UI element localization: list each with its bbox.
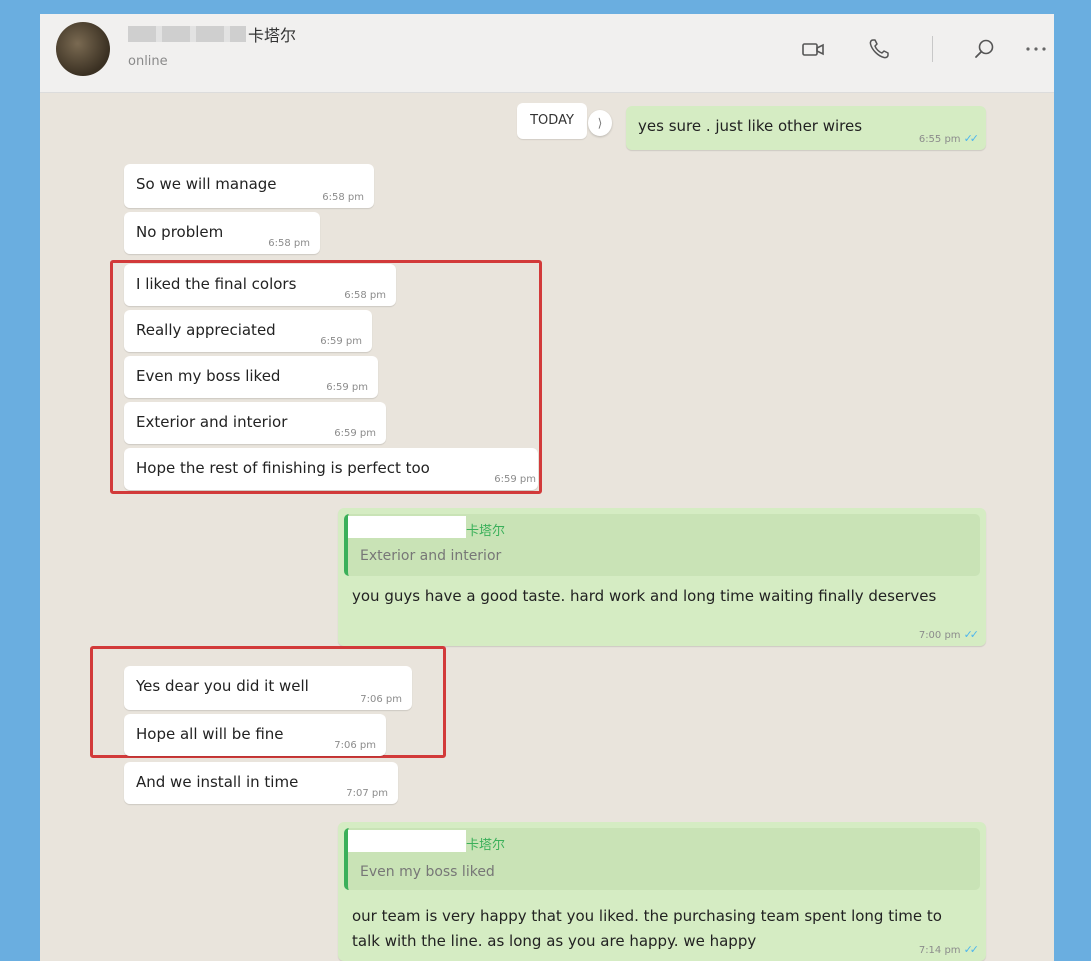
- date-divider: TODAY: [517, 103, 587, 139]
- message-time: 7:06 pm: [334, 740, 376, 751]
- message-time: 7:00 pm: [918, 630, 961, 641]
- message-time: 6:59 pm: [320, 336, 362, 347]
- quoted-message[interactable]: 卡塔尔 Exterior and interior: [344, 514, 980, 576]
- redacted-quote-sender: [348, 830, 466, 852]
- message-text: Really appreciated: [136, 321, 276, 339]
- read-ticks-icon: ✓✓: [963, 943, 980, 956]
- message-incoming[interactable]: No problem 6:58 pm: [124, 212, 320, 254]
- message-time: 6:59 pm: [326, 382, 368, 393]
- message-time: 6:59 pm: [494, 474, 536, 485]
- message-incoming[interactable]: Hope the rest of finishing is perfect to…: [124, 448, 538, 490]
- message-time: 6:58 pm: [344, 290, 386, 301]
- message-time: 6:58 pm: [322, 192, 364, 203]
- message-text: So we will manage: [136, 175, 277, 193]
- quote-text: Exterior and interior: [360, 548, 502, 564]
- message-incoming[interactable]: Yes dear you did it well 7:06 pm: [124, 666, 412, 710]
- message-incoming[interactable]: I liked the final colors 6:58 pm: [124, 264, 396, 306]
- message-incoming[interactable]: Even my boss liked 6:59 pm: [124, 356, 378, 398]
- quote-text: Even my boss liked: [360, 864, 495, 880]
- message-text: our team is very happy that you liked. t…: [352, 907, 942, 950]
- message-incoming[interactable]: Exterior and interior 6:59 pm: [124, 402, 386, 444]
- message-time: 7:14 pm: [918, 945, 961, 956]
- message-incoming[interactable]: And we install in time 7:07 pm: [124, 762, 398, 804]
- message-time: 6:55 pm: [918, 134, 961, 145]
- chat-header: 卡塔尔 online: [40, 14, 1054, 93]
- read-ticks-icon: ✓✓: [963, 628, 980, 641]
- message-time: 6:59 pm: [334, 428, 376, 439]
- message-text: yes sure . just like other wires: [638, 117, 863, 135]
- search-icon[interactable]: [972, 36, 998, 62]
- scroll-down-icon[interactable]: ⟩: [588, 110, 612, 136]
- message-text: And we install in time: [136, 773, 299, 791]
- chat-window: 卡塔尔 online TODAY ⟩ yes sure . just like …: [40, 14, 1054, 961]
- more-options-icon[interactable]: [1024, 36, 1050, 62]
- header-separator: [932, 36, 933, 62]
- quoted-message[interactable]: 卡塔尔 Even my boss liked: [344, 828, 980, 890]
- avatar[interactable]: [56, 22, 110, 76]
- contact-name[interactable]: 卡塔尔: [248, 22, 296, 46]
- message-text: Exterior and interior: [136, 413, 288, 431]
- message-outgoing-reply[interactable]: 卡塔尔 Exterior and interior you guys have …: [338, 508, 986, 646]
- redacted-quote-sender: [348, 516, 466, 538]
- message-time: 7:06 pm: [360, 694, 402, 705]
- message-text: Yes dear you did it well: [136, 677, 309, 695]
- message-text: Even my boss liked: [136, 367, 281, 385]
- message-incoming[interactable]: Hope all will be fine 7:06 pm: [124, 714, 386, 756]
- message-time: 6:58 pm: [268, 238, 310, 249]
- voice-call-icon[interactable]: [866, 36, 892, 62]
- quote-sender-name: 卡塔尔: [466, 838, 506, 853]
- message-time: 7:07 pm: [346, 788, 388, 799]
- message-outgoing[interactable]: yes sure . just like other wires 6:55 pm…: [626, 106, 986, 150]
- message-text: No problem: [136, 223, 224, 241]
- message-incoming[interactable]: So we will manage 6:58 pm: [124, 164, 374, 208]
- read-ticks-icon: ✓✓: [963, 132, 980, 145]
- message-incoming[interactable]: Really appreciated 6:59 pm: [124, 310, 372, 352]
- message-text: I liked the final colors: [136, 275, 297, 293]
- message-text: Hope all will be fine: [136, 725, 284, 743]
- redacted-contact-name: [128, 26, 246, 42]
- quote-sender-name: 卡塔尔: [466, 524, 506, 539]
- message-outgoing-reply[interactable]: 卡塔尔 Even my boss liked our team is very …: [338, 822, 986, 961]
- contact-status: online: [128, 54, 168, 69]
- video-call-icon[interactable]: [800, 36, 826, 62]
- message-text: you guys have a good taste. hard work an…: [352, 587, 937, 605]
- message-text: Hope the rest of finishing is perfect to…: [136, 459, 430, 477]
